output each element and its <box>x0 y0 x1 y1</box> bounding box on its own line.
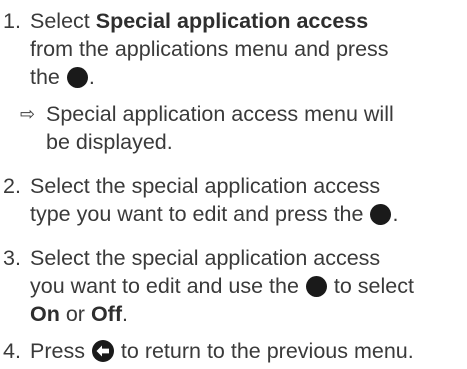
option-on: On <box>30 302 60 326</box>
step-text: Select the special application access <box>30 246 381 270</box>
step-text: Press <box>30 339 91 363</box>
step-4-line-1: Press to return to the previous menu. <box>30 337 467 365</box>
instruction-page: 1. Select Special application access fro… <box>0 0 467 369</box>
step-1-line-3: the . <box>30 63 467 91</box>
ok-button-icon <box>305 276 327 297</box>
step-number: 3. <box>3 246 21 270</box>
ok-button-icon <box>370 204 392 225</box>
step-3-line-3: On or Off. <box>30 300 467 328</box>
result-text: be displayed. <box>46 130 173 154</box>
back-arrow-icon <box>91 340 114 362</box>
step-text: or <box>59 302 91 326</box>
step-text: Select <box>30 9 96 33</box>
step-text: type you want to edit and press the <box>30 202 370 226</box>
menu-name: Special application access <box>95 9 369 33</box>
step-text: you want to edit and use the <box>30 274 305 298</box>
step-text: to select <box>327 274 414 298</box>
step-3-line-2: you want to edit and use the to select <box>30 272 467 300</box>
step-text: . <box>121 302 128 326</box>
step-text: the <box>30 65 66 89</box>
step-text: from the applications menu and press <box>30 37 389 61</box>
result-text: Special application access menu will <box>46 102 394 126</box>
option-off: Off <box>90 302 122 326</box>
step-text: . <box>88 65 95 89</box>
step-text: to return to the previous menu. <box>114 339 414 363</box>
step-number: 1. <box>3 9 21 33</box>
ok-button-icon <box>66 67 88 88</box>
step-1-line-1: Select Special application access <box>30 7 467 35</box>
result-arrow-icon: ⇨ <box>20 104 36 125</box>
step-number: 4. <box>3 339 21 363</box>
step-text: . <box>392 202 399 226</box>
step-number: 2. <box>3 174 21 198</box>
step-2-line-2: type you want to edit and press the . <box>30 200 467 228</box>
step-text: Select the special application access <box>30 174 381 198</box>
